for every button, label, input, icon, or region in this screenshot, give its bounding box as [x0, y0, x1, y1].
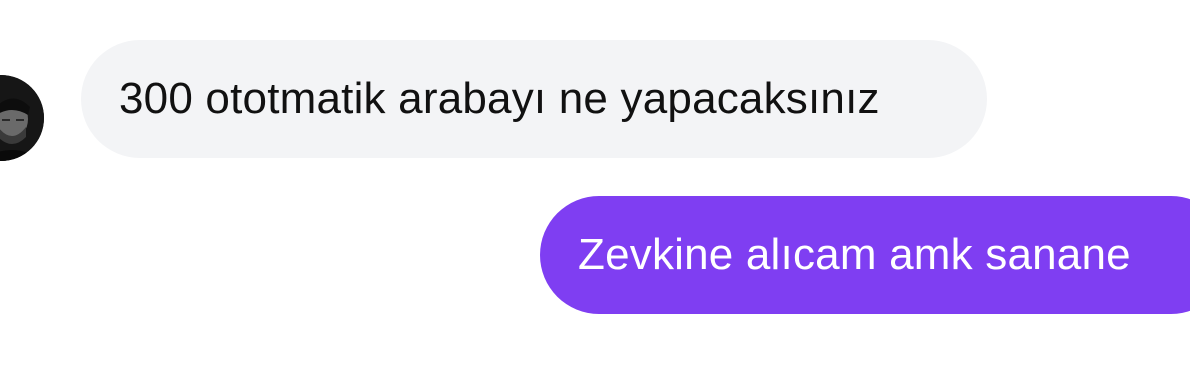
avatar-photo [0, 75, 44, 161]
message-thread: 300 ototmatik arabayı ne yapacaksınız Ze… [0, 0, 1190, 369]
incoming-message-text: 300 ototmatik arabayı ne yapacaksınız [119, 74, 880, 123]
outgoing-message-text: Zevkine alıcam amk sanane [578, 230, 1131, 279]
incoming-message-bubble[interactable]: 300 ototmatik arabayı ne yapacaksınız [81, 40, 987, 158]
outgoing-message-bubble[interactable]: Zevkine alıcam amk sanane [540, 196, 1190, 314]
avatar[interactable] [0, 75, 44, 161]
